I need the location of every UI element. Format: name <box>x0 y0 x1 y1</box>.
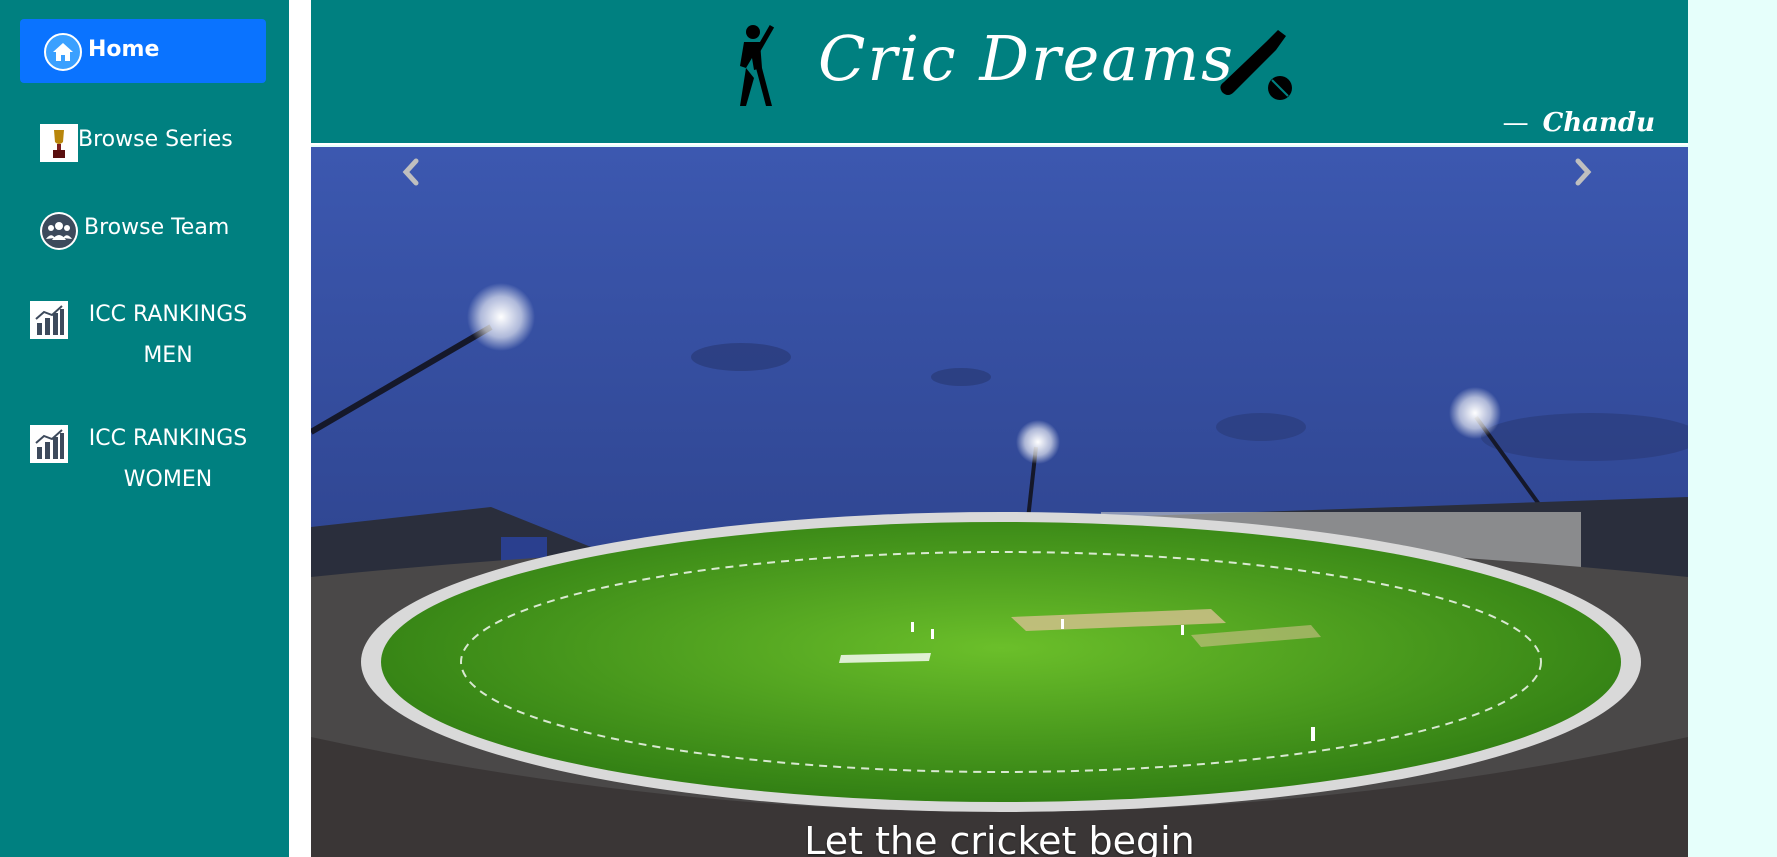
sidebar-item-browse-series[interactable]: Browse Series <box>38 122 268 162</box>
sidebar-item-label: Home <box>88 37 160 62</box>
sidebar-item-label: Browse Team <box>84 215 230 240</box>
chevron-left-icon[interactable] <box>386 147 436 197</box>
sidebar-item-label: ICC RANKINGS WOMEN <box>88 426 248 492</box>
chevron-right-icon[interactable] <box>1558 147 1608 197</box>
sidebar-item-browse-team[interactable]: Browse Team <box>38 210 268 252</box>
team-icon <box>40 212 78 250</box>
home-icon <box>44 33 82 71</box>
bar-chart-icon <box>30 301 68 339</box>
bar-chart-icon <box>30 425 68 463</box>
carousel-caption: Let the cricket begin <box>804 819 1195 857</box>
sidebar-item-label: Browse Series <box>78 127 233 152</box>
sidebar-item-icc-rankings-men[interactable]: ICC RANKINGS MEN <box>28 298 268 382</box>
sidebar-item-home[interactable]: Home <box>20 19 266 83</box>
sidebar: Home Browse Series Browse Team ICC RANKI… <box>0 0 289 857</box>
sidebar-item-label: ICC RANKINGS MEN <box>88 302 248 368</box>
author-name: Chandu <box>1542 108 1655 138</box>
bat-and-ball-icon <box>1220 30 1292 100</box>
sidebar-item-icc-rankings-women[interactable]: ICC RANKINGS WOMEN <box>28 422 268 506</box>
site-title: Cric Dreams <box>818 22 1235 95</box>
hero-carousel: Let the cricket begin <box>311 147 1688 857</box>
site-header: Cric Dreams — Chandu <box>311 0 1688 145</box>
byline-dash: — <box>1502 108 1529 138</box>
trophy-icon <box>40 124 78 162</box>
cricket-stadium-image <box>311 147 1688 857</box>
batsman-icon <box>740 25 775 106</box>
sidebar-divider <box>289 0 311 857</box>
author-byline: — Chandu <box>1503 108 1655 138</box>
